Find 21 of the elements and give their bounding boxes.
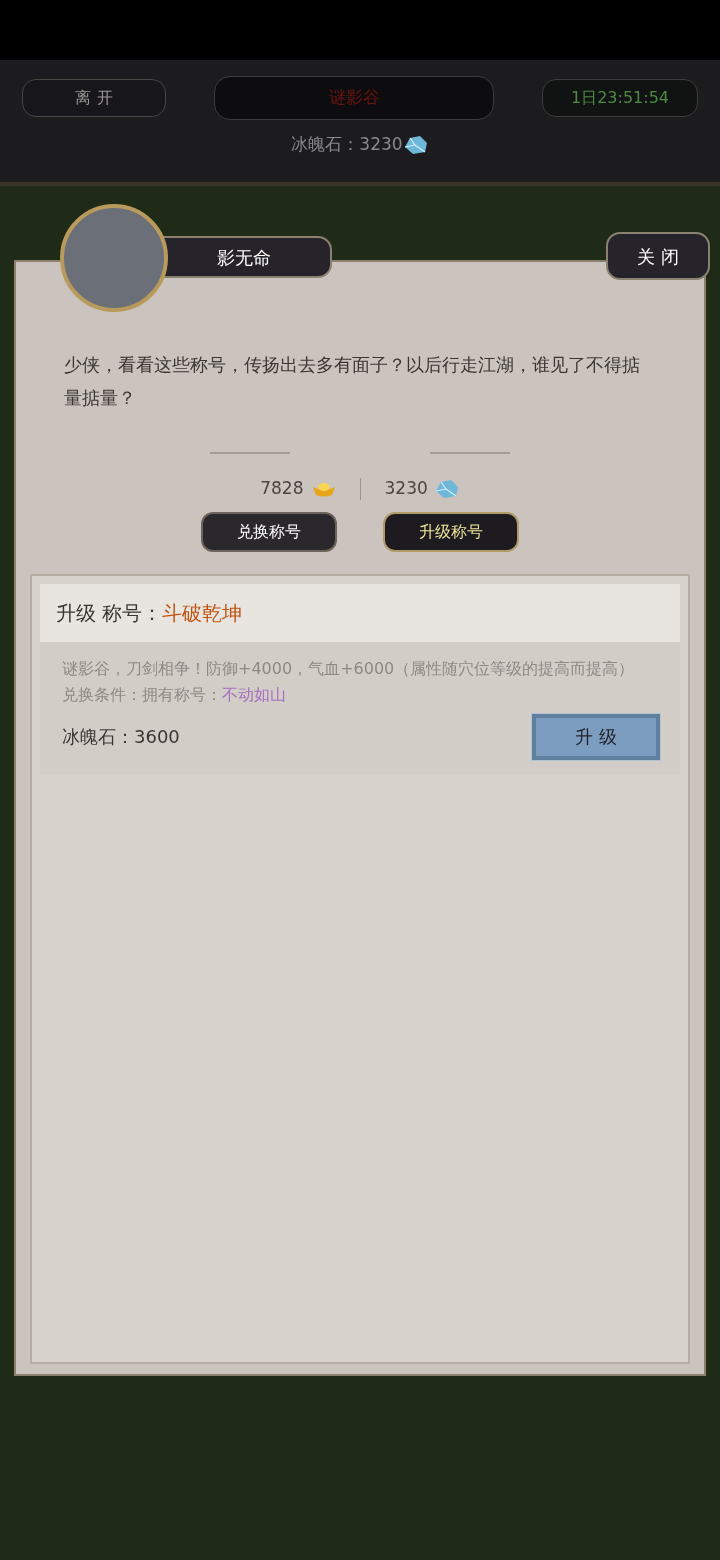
leave-button[interactable]: 离 开 (22, 79, 166, 117)
tab[interactable]: 升级称号 (383, 511, 519, 552)
npc-message: 少侠，看看这些称号，传扬出去多有面子？以后行走江湖，谁见了不得掂量掂量？ (64, 353, 641, 410)
timer-label: 1日23:51:54 (542, 79, 698, 117)
tab[interactable]: 兑换称号 (201, 511, 337, 552)
title-description: 谜影谷，刀剑相争！防御+4000，气血+6000（属性随穴位等级的提高而提高） (62, 657, 636, 680)
ice-stone-amount: 3230 (384, 477, 428, 500)
ice-stone-icon (402, 134, 429, 155)
resource-label: 冰魄石： (291, 133, 360, 156)
resource-value: 3230 (359, 133, 403, 156)
card-heading: 升级 称号： (56, 599, 163, 627)
location-label: 谜影谷 (214, 76, 494, 120)
condition-title: 不动如山 (222, 683, 286, 706)
condition-label: 兑换条件：拥有称号： (62, 683, 222, 706)
close-button[interactable]: 关 闭 (606, 232, 710, 280)
upgrade-button[interactable]: 升 级 (532, 713, 660, 760)
ice-stone-icon (433, 478, 460, 499)
ingot-amount: 7828 (260, 477, 304, 500)
upgrade-cost: 冰魄石：3600 (62, 725, 180, 749)
ingot-icon (311, 480, 336, 497)
title-name: 斗破乾坤 (162, 599, 243, 627)
